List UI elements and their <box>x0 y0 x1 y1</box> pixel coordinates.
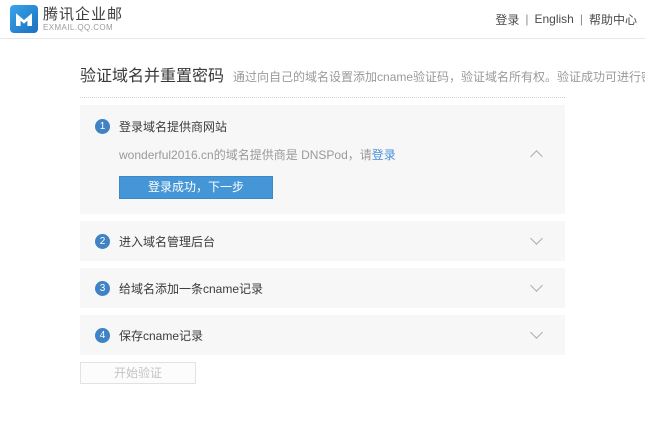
start-verify-button[interactable]: 开始验证 <box>80 362 196 384</box>
main-content: 验证域名并重置密码 通过向自己的域名设置添加cname验证码，验证域名所有权。验… <box>80 39 565 384</box>
logo-text: 腾讯企业邮 EXMAIL.QQ.COM <box>43 7 123 32</box>
step-4-badge: 4 <box>95 328 110 343</box>
page-title: 验证域名并重置密码 <box>80 62 224 86</box>
english-link[interactable]: English <box>535 12 574 26</box>
step-3-title: 给域名添加一条cname记录 <box>119 280 263 297</box>
page-subtitle: 通过向自己的域名设置添加cname验证码，验证域名所有权。验证成功可进行密码设置 <box>233 68 645 85</box>
step-4-title: 保存cname记录 <box>119 327 203 344</box>
step-1-panel: 1 登录域名提供商网站 wonderful2016.cn的域名提供商是 DNSP… <box>80 105 565 214</box>
step-1-header[interactable]: 1 登录域名提供商网站 <box>95 118 550 135</box>
step-1-description: wonderful2016.cn的域名提供商是 DNSPod，请登录 <box>119 146 550 163</box>
exmail-domain-verify-page: 腾讯企业邮 EXMAIL.QQ.COM 登录 | English | 帮助中心 … <box>0 0 645 425</box>
step-2-badge: 2 <box>95 234 110 249</box>
dotted-divider <box>80 97 565 98</box>
step-3-row[interactable]: 3 给域名添加一条cname记录 <box>80 268 565 308</box>
brand-name: 腾讯企业邮 <box>43 7 123 23</box>
exmail-logo[interactable]: 腾讯企业邮 EXMAIL.QQ.COM <box>10 5 123 33</box>
login-success-next-button[interactable]: 登录成功，下一步 <box>119 176 273 199</box>
step-3-badge: 3 <box>95 281 110 296</box>
title-row: 验证域名并重置密码 通过向自己的域名设置添加cname验证码，验证域名所有权。验… <box>80 39 565 86</box>
step-2-title: 进入域名管理后台 <box>119 233 215 250</box>
step-4-row[interactable]: 4 保存cname记录 <box>80 315 565 355</box>
chevron-down-icon[interactable] <box>530 279 543 292</box>
login-link[interactable]: 登录 <box>495 11 519 28</box>
top-header: 腾讯企业邮 EXMAIL.QQ.COM 登录 | English | 帮助中心 <box>0 0 645 39</box>
brand-domain: EXMAIL.QQ.COM <box>43 23 123 32</box>
chevron-down-icon[interactable] <box>530 232 543 245</box>
step-1-body: wonderful2016.cn的域名提供商是 DNSPod，请登录 登录成功，… <box>119 146 550 199</box>
link-separator: | <box>580 12 583 26</box>
step-2-row[interactable]: 2 进入域名管理后台 <box>80 221 565 261</box>
step-1-badge: 1 <box>95 119 110 134</box>
link-separator: | <box>525 12 528 26</box>
help-center-link[interactable]: 帮助中心 <box>589 11 637 28</box>
chevron-down-icon[interactable] <box>530 326 543 339</box>
step-1-description-text: wonderful2016.cn的域名提供商是 DNSPod，请 <box>119 148 372 162</box>
exmail-m-icon <box>10 5 38 33</box>
step-1-login-link[interactable]: 登录 <box>372 148 396 162</box>
step-1-title: 登录域名提供商网站 <box>119 118 227 135</box>
header-links: 登录 | English | 帮助中心 <box>495 11 637 28</box>
